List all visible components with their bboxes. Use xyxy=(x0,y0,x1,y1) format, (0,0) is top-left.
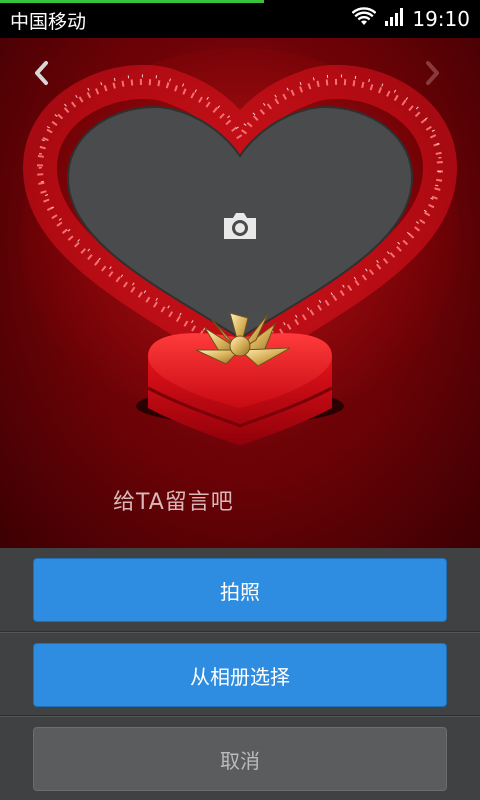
camera-icon xyxy=(224,213,256,239)
choose-from-album-button[interactable]: 从相册选择 xyxy=(33,643,447,707)
chevron-left-icon xyxy=(35,61,48,85)
take-photo-row: 拍照 xyxy=(0,548,480,632)
heart-frame-graphic xyxy=(20,48,460,446)
next-button[interactable] xyxy=(420,56,446,90)
top-progress-indicator xyxy=(0,0,264,3)
add-photo-button[interactable] xyxy=(220,208,260,244)
clock: 19:10 xyxy=(412,7,470,31)
cancel-button[interactable]: 取消 xyxy=(33,727,447,791)
previous-button[interactable] xyxy=(28,56,54,90)
take-photo-button[interactable]: 拍照 xyxy=(33,558,447,622)
action-sheet: 拍照 从相册选择 取消 xyxy=(0,548,480,800)
status-bar: 中国移动 19:10 xyxy=(0,0,480,38)
status-icons: 19:10 xyxy=(351,6,470,32)
cancel-row: 取消 xyxy=(0,716,480,800)
album-row: 从相册选择 xyxy=(0,632,480,716)
signal-icon xyxy=(384,7,404,31)
wifi-icon xyxy=(351,7,377,31)
photo-frame-stage: 给TA留言吧 xyxy=(0,38,480,548)
carrier-name: 中国移动 xyxy=(10,11,87,33)
chevron-right-icon xyxy=(426,61,439,85)
message-prompt[interactable]: 给TA留言吧 xyxy=(113,484,234,516)
